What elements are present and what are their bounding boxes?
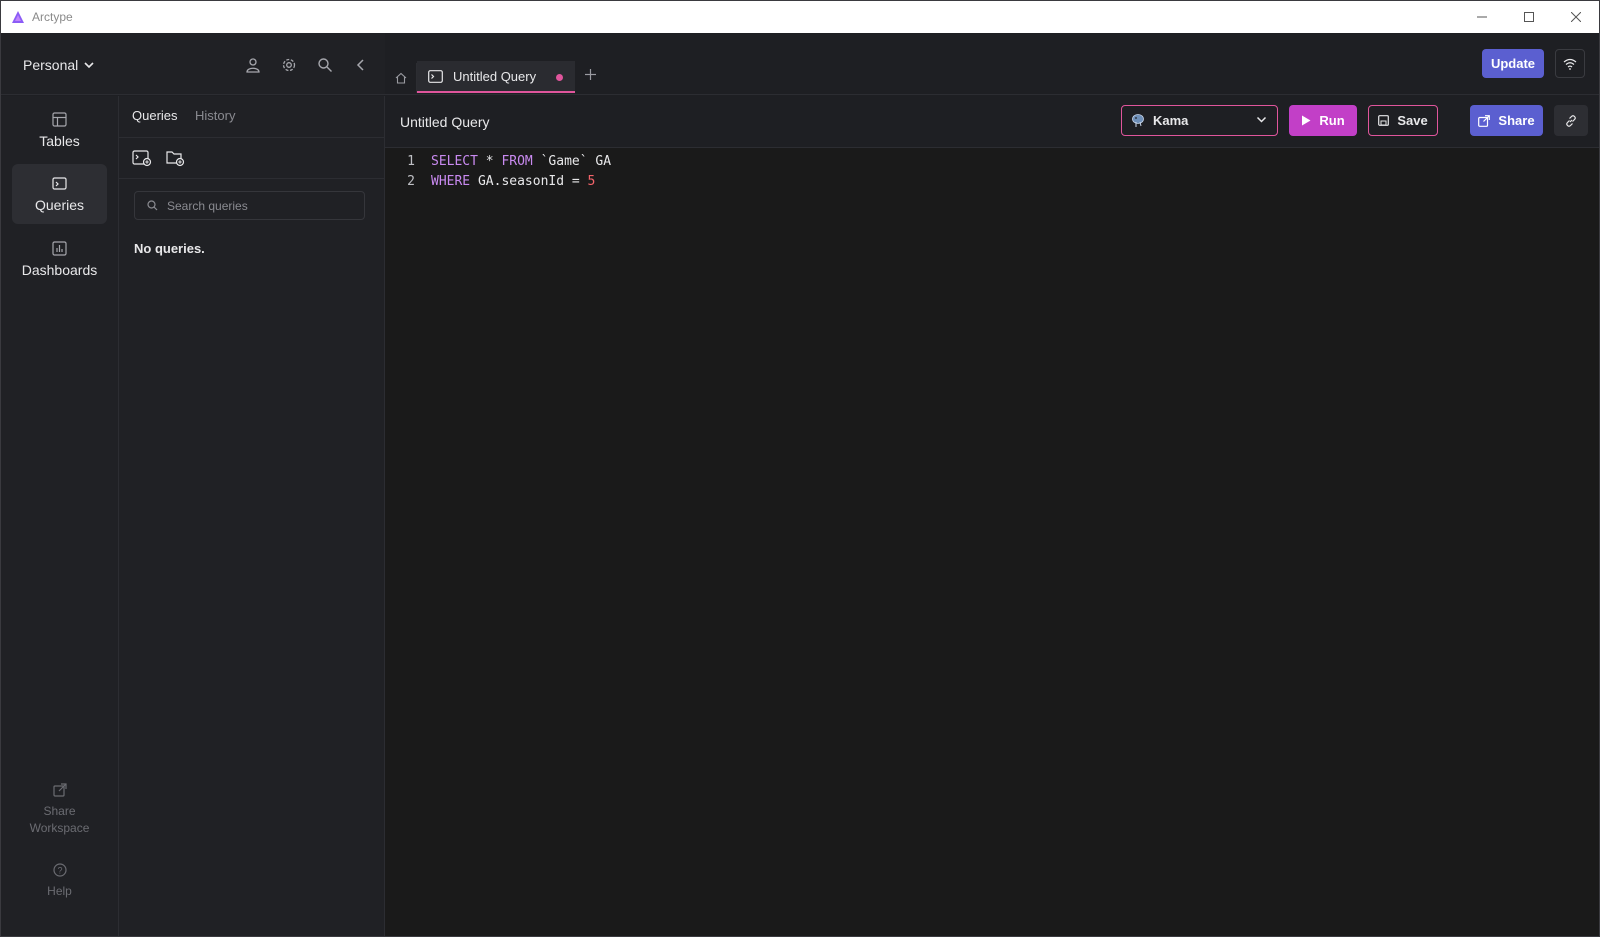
tab-untitled-query[interactable]: Untitled Query: [417, 61, 575, 93]
table-icon: [52, 111, 67, 127]
tab-history[interactable]: History: [195, 108, 235, 123]
code-line-2: 2 WHERE GA.seasonId = 5: [385, 172, 595, 192]
help-icon: ?: [52, 863, 67, 877]
external-link-icon: [52, 783, 67, 797]
plus-icon: [585, 69, 596, 80]
search-icon: [318, 58, 332, 72]
connection-status-button[interactable]: [1555, 49, 1585, 78]
search-queries-box[interactable]: [134, 191, 365, 220]
code-token: WHERE: [431, 174, 471, 189]
workspace-header: Personal: [1, 33, 385, 95]
code-token: *: [477, 154, 502, 169]
home-icon: [395, 72, 406, 84]
help-button[interactable]: ? Help: [12, 863, 107, 900]
help-label: Help: [47, 884, 72, 898]
tab-label: Untitled Query: [453, 68, 537, 84]
sql-editor[interactable]: 1 SELECT * FROM `Game` GA 2 WHERE GA.seaso…: [385, 148, 1599, 936]
nav-item-queries[interactable]: Queries: [12, 164, 107, 224]
chevron-down-icon: [84, 62, 94, 69]
add-tab-button[interactable]: [585, 65, 596, 85]
external-link-icon: [1478, 114, 1491, 127]
share-workspace-label: Share Workspace: [29, 804, 90, 835]
save-label: Save: [1397, 113, 1428, 128]
postgresql-icon: [1132, 114, 1144, 127]
app-window: Arctype Personal Tables Queries Dashboar…: [0, 0, 1600, 937]
home-tab[interactable]: [385, 63, 417, 93]
tab-queries[interactable]: Queries: [132, 108, 178, 123]
chevron-left-icon: [356, 59, 364, 71]
workspace-actions: [243, 55, 371, 75]
query-title: Untitled Query: [400, 114, 490, 130]
new-query-icon: [132, 150, 152, 167]
nav-item-label: Dashboards: [21, 261, 98, 278]
tab-bar: Untitled Query Update: [385, 33, 1599, 95]
gear-icon: [282, 58, 296, 72]
code-line-1: 1 SELECT * FROM `Game` GA: [385, 152, 611, 172]
code-token: 5: [587, 174, 596, 189]
play-icon: [1302, 115, 1311, 126]
save-button[interactable]: Save: [1368, 105, 1438, 136]
close-icon: [1570, 12, 1581, 22]
nav-item-dashboards[interactable]: Dashboards: [12, 229, 107, 289]
window-controls: [1458, 1, 1599, 33]
query-toolbar: Untitled Query Kama Run Save Share: [385, 96, 1599, 148]
collapse-sidebar-button[interactable]: [351, 55, 371, 75]
copy-link-button[interactable]: [1554, 105, 1588, 136]
share-button[interactable]: Share: [1470, 105, 1543, 136]
svg-text:?: ?: [57, 866, 62, 876]
wifi-icon: [1563, 58, 1577, 70]
terminal-icon: [428, 69, 443, 83]
save-icon: [1378, 115, 1390, 126]
arctype-logo-icon: [12, 11, 24, 23]
code-token: GA.seasonId =: [470, 174, 588, 189]
search-queries-input[interactable]: [167, 198, 357, 213]
nav-rail: Tables Queries Dashboards Share Workspac…: [1, 96, 119, 936]
run-label: Run: [1319, 113, 1345, 128]
share-workspace-button[interactable]: Share Workspace: [12, 783, 107, 837]
share-label: Share: [1498, 113, 1535, 128]
unsaved-indicator: [556, 74, 563, 81]
empty-queries-message: No queries.: [134, 241, 205, 256]
nav-item-label: Tables: [39, 132, 80, 149]
line-number: 1: [407, 154, 415, 169]
chart-icon: [52, 240, 67, 256]
panel-tabs: Queries History: [119, 96, 385, 138]
new-folder-button[interactable]: [165, 148, 187, 168]
user-button[interactable]: [243, 55, 263, 75]
database-name: Kama: [1153, 113, 1189, 128]
update-button[interactable]: Update: [1482, 49, 1544, 78]
chevron-down-icon: [1256, 116, 1267, 123]
maximize-button[interactable]: [1505, 1, 1552, 33]
minimize-icon: [1476, 16, 1487, 18]
code-token: `Game` GA: [532, 154, 612, 169]
search-button[interactable]: [315, 55, 335, 75]
code-token: FROM: [501, 154, 533, 169]
new-query-button[interactable]: [131, 148, 153, 168]
workspace-selector[interactable]: Personal: [23, 57, 94, 73]
app-title: Arctype: [32, 10, 73, 24]
terminal-icon: [52, 176, 67, 190]
line-number: 2: [407, 174, 415, 189]
close-button[interactable]: [1552, 1, 1599, 33]
maximize-icon: [1523, 12, 1534, 22]
panel-actions: [119, 138, 385, 179]
settings-button[interactable]: [279, 55, 299, 75]
workspace-name: Personal: [23, 57, 79, 73]
title-bar: Arctype: [1, 1, 1599, 33]
search-icon: [147, 200, 158, 211]
link-icon: [1566, 114, 1576, 127]
user-icon: [246, 58, 260, 73]
nav-item-label: Queries: [34, 196, 85, 213]
new-folder-icon: [166, 151, 185, 167]
database-select[interactable]: Kama: [1121, 105, 1278, 136]
code-token: SELECT: [431, 154, 478, 169]
nav-item-tables[interactable]: Tables: [12, 100, 107, 160]
minimize-button[interactable]: [1458, 1, 1505, 33]
run-button[interactable]: Run: [1289, 105, 1357, 136]
queries-panel: Queries History No queries.: [119, 96, 385, 936]
